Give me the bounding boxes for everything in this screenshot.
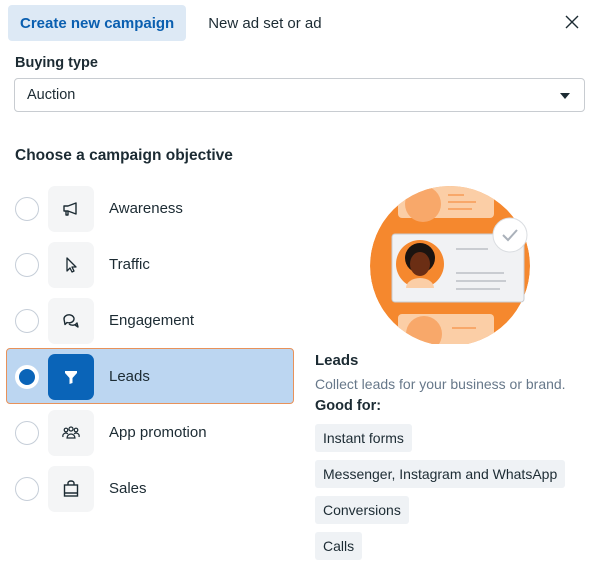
objective-icon-box — [48, 410, 94, 456]
radio-button-selected[interactable] — [15, 365, 39, 389]
detail-description: Collect leads for your business or brand… — [315, 376, 566, 392]
shopping-bag-icon — [63, 480, 79, 497]
objective-label: Leads — [109, 367, 150, 385]
objective-option-sales[interactable]: Sales — [6, 460, 294, 516]
buying-type-label: Buying type — [15, 55, 98, 71]
good-for-chip: Instant forms — [315, 424, 412, 452]
objective-icon-box — [48, 354, 94, 400]
good-for-chips: Instant forms Messenger, Instagram and W… — [315, 424, 595, 568]
objective-icon-box — [48, 466, 94, 512]
people-group-icon — [62, 426, 80, 439]
good-for-chip: Conversions — [315, 496, 409, 524]
objective-option-app-promotion[interactable]: App promotion — [6, 404, 294, 460]
detail-title: Leads — [315, 352, 359, 369]
objective-option-engagement[interactable]: Engagement — [6, 292, 294, 348]
chat-bubbles-icon — [63, 314, 79, 328]
buying-type-select[interactable]: Auction — [14, 78, 585, 112]
radio-button[interactable] — [15, 309, 39, 333]
cursor-icon — [66, 257, 77, 273]
objective-label: Awareness — [109, 199, 183, 217]
objective-heading: Choose a campaign objective — [15, 147, 233, 164]
buying-type-value: Auction — [27, 87, 76, 103]
objective-label: App promotion — [109, 423, 207, 441]
close-icon — [565, 15, 579, 29]
tab-bar: Create new campaign New ad set or ad — [8, 5, 334, 41]
good-for-chip: Calls — [315, 532, 363, 560]
objective-label: Traffic — [109, 255, 150, 273]
objective-icon-box — [48, 242, 94, 288]
tab-new-ad-set-or-ad[interactable]: New ad set or ad — [196, 5, 333, 41]
objective-label: Engagement — [109, 311, 195, 329]
radio-button[interactable] — [15, 197, 39, 221]
radio-button[interactable] — [15, 477, 39, 501]
close-button[interactable] — [562, 12, 582, 32]
objective-icon-box — [48, 298, 94, 344]
funnel-icon — [65, 371, 77, 384]
megaphone-icon — [63, 202, 77, 216]
objective-option-traffic[interactable]: Traffic — [6, 236, 294, 292]
objective-list: Awareness Traffic Engagement Leads App p… — [6, 180, 294, 516]
good-for-label: Good for: — [315, 398, 382, 414]
objective-detail-panel: Leads Collect leads for your business or… — [315, 352, 595, 568]
radio-button[interactable] — [15, 421, 39, 445]
objective-icon-box — [48, 186, 94, 232]
objective-option-awareness[interactable]: Awareness — [6, 180, 294, 236]
objective-label: Sales — [109, 479, 147, 497]
caret-down-icon — [560, 93, 570, 99]
good-for-chip: Messenger, Instagram and WhatsApp — [315, 460, 566, 488]
radio-button[interactable] — [15, 253, 39, 277]
tab-create-new-campaign[interactable]: Create new campaign — [8, 5, 187, 41]
leads-illustration — [370, 186, 530, 344]
objective-option-leads[interactable]: Leads — [6, 348, 294, 404]
